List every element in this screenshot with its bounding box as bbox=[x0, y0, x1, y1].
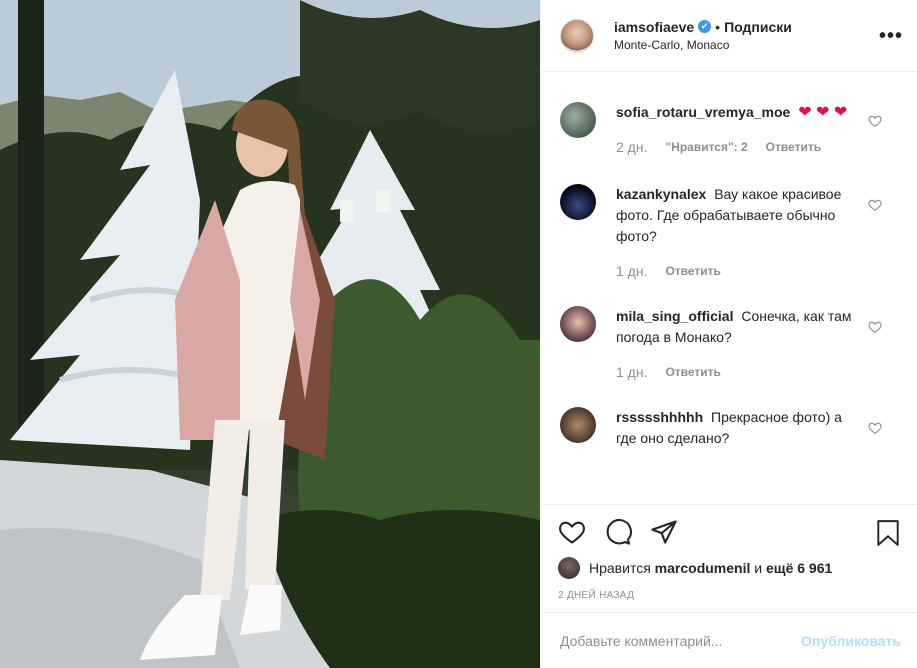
commenter-username[interactable]: mila_sing_official bbox=[616, 308, 733, 324]
comments-list[interactable]: sofia_rotaru_vremya_moe ❤ ❤ ❤ 2 дн. "Нра… bbox=[541, 72, 917, 504]
bookmark-icon[interactable] bbox=[875, 519, 901, 547]
likes-count[interactable]: ещё 6 961 bbox=[766, 560, 832, 576]
like-comment-heart-icon[interactable] bbox=[868, 320, 882, 334]
post-timestamp[interactable]: 2 ДНЕЙ НАЗАД bbox=[558, 590, 901, 601]
photo-illustration bbox=[0, 0, 540, 668]
author-info: iamsofiaeve ✔ • Подписки Monte-Carlo, Mo… bbox=[614, 18, 792, 54]
commenter-avatar[interactable] bbox=[560, 306, 596, 342]
liker-avatar[interactable] bbox=[558, 557, 580, 579]
comment-item: sofia_rotaru_vremya_moe ❤ ❤ ❤ 2 дн. "Нра… bbox=[560, 72, 901, 158]
commenter-avatar[interactable] bbox=[560, 407, 596, 443]
reply-button[interactable]: Ответить bbox=[665, 362, 720, 383]
more-options-icon[interactable]: ••• bbox=[879, 26, 903, 46]
comment-date: 1 дн. bbox=[616, 364, 648, 380]
following-button[interactable]: Подписки bbox=[724, 18, 792, 36]
comment-item: mila_sing_official Сонечка, как там пого… bbox=[560, 282, 901, 383]
comment-item: rssssshhhhh Прекрасное фото) а где оно с… bbox=[560, 383, 901, 449]
heart-icon[interactable] bbox=[558, 518, 586, 546]
instagram-post: iamsofiaeve ✔ • Подписки Monte-Carlo, Mo… bbox=[0, 0, 917, 668]
commenter-username[interactable]: sofia_rotaru_vremya_moe bbox=[616, 104, 790, 120]
like-comment-heart-icon[interactable] bbox=[868, 421, 882, 435]
separator-dot: • bbox=[715, 18, 721, 35]
author-username[interactable]: iamsofiaeve bbox=[614, 18, 694, 36]
post-header: iamsofiaeve ✔ • Подписки Monte-Carlo, Mo… bbox=[541, 0, 917, 72]
post-photo[interactable] bbox=[0, 0, 540, 668]
commenter-username[interactable]: rssssshhhhh bbox=[616, 409, 703, 425]
comment-composer: Опубликовать bbox=[541, 612, 917, 668]
comment-item: kazankynalex Вау какое красивое фото. Гд… bbox=[560, 158, 901, 282]
likes-summary[interactable]: Нравится marcodumenil и ещё 6 961 bbox=[558, 557, 901, 579]
author-avatar[interactable] bbox=[560, 18, 594, 53]
post-side-panel: iamsofiaeve ✔ • Подписки Monte-Carlo, Mo… bbox=[540, 0, 917, 668]
comment-likes-count[interactable]: "Нравится": 2 bbox=[665, 137, 747, 158]
comment-icon[interactable] bbox=[604, 518, 632, 546]
post-location[interactable]: Monte-Carlo, Monaco bbox=[614, 36, 792, 54]
likes-prefix: Нравится bbox=[589, 560, 651, 576]
commenter-username[interactable]: kazankynalex bbox=[616, 186, 706, 202]
like-comment-heart-icon[interactable] bbox=[868, 198, 882, 212]
post-actions: Нравится marcodumenil и ещё 6 961 2 ДНЕЙ… bbox=[541, 504, 917, 612]
comment-date: 2 дн. bbox=[616, 139, 648, 155]
comment-date: 1 дн. bbox=[616, 263, 648, 279]
hearts-emoji: ❤ ❤ ❤ bbox=[798, 104, 848, 121]
reply-button[interactable]: Ответить bbox=[766, 137, 821, 158]
likes-user[interactable]: marcodumenil bbox=[655, 560, 751, 576]
like-comment-heart-icon[interactable] bbox=[868, 114, 882, 128]
publish-button[interactable]: Опубликовать bbox=[801, 633, 901, 649]
verified-badge-icon: ✔ bbox=[698, 20, 712, 33]
comment-input[interactable] bbox=[560, 632, 802, 649]
share-icon[interactable] bbox=[650, 518, 678, 546]
likes-and: и bbox=[754, 560, 763, 576]
commenter-avatar[interactable] bbox=[560, 102, 596, 138]
reply-button[interactable]: Ответить bbox=[665, 261, 720, 282]
commenter-avatar[interactable] bbox=[560, 184, 596, 220]
